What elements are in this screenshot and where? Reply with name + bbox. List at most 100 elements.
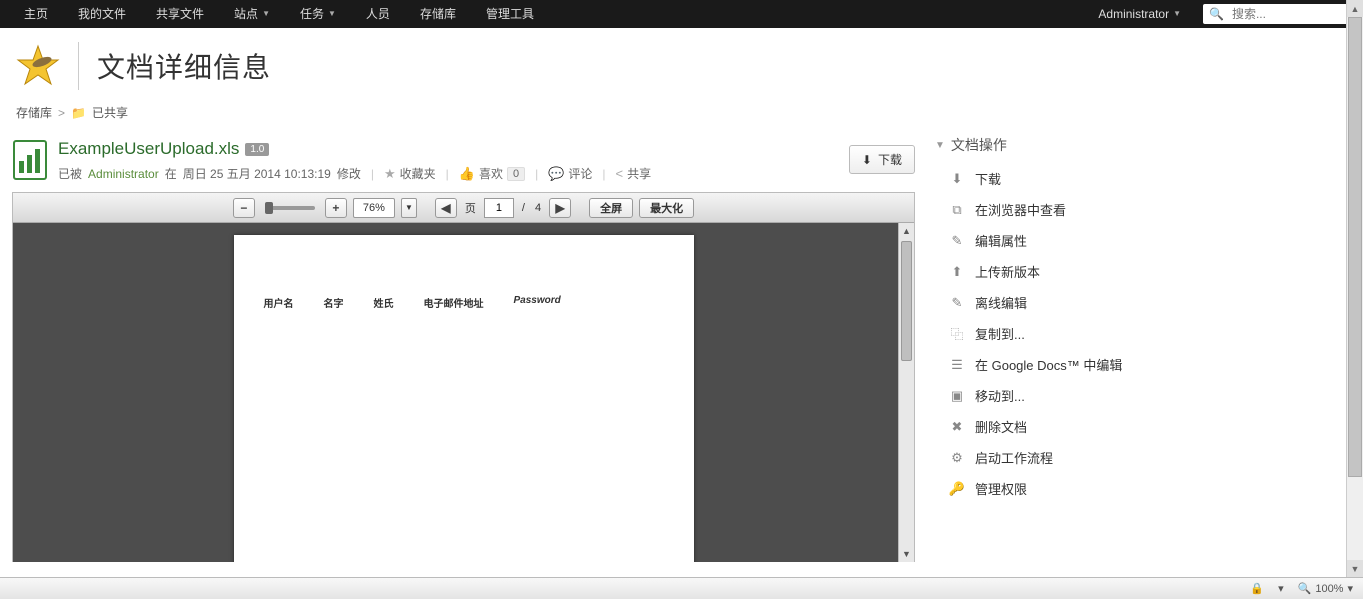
like-label: 喜欢 [479, 165, 503, 182]
top-navbar: 主页 我的文件 共享文件 站点▼ 任务▼ 人员 存储库 管理工具 Adminis… [0, 0, 1363, 28]
page-label: 页 [463, 200, 478, 216]
action-label: 编辑属性 [975, 231, 1027, 250]
delete-icon: ✖ [949, 419, 965, 435]
favorite-button[interactable]: ★收藏夹 [384, 165, 436, 182]
folder-icon: 📁 [71, 106, 86, 120]
file-name-row: ExampleUserUpload.xls 1.0 [58, 139, 839, 159]
action-label: 复制到... [975, 324, 1025, 343]
meta-sep: | [531, 167, 542, 181]
action-start-workflow[interactable]: ⚙启动工作流程 [935, 442, 1345, 473]
page-total: 4 [533, 202, 543, 214]
nav-label: 我的文件 [78, 0, 126, 28]
action-delete[interactable]: ✖删除文档 [935, 411, 1345, 442]
scroll-thumb[interactable] [1348, 17, 1362, 477]
scroll-thumb[interactable] [901, 241, 912, 361]
scroll-down-icon[interactable]: ▼ [899, 546, 914, 562]
zoom-out-button[interactable]: − [233, 198, 255, 218]
chevron-down-icon: ▾ [1347, 582, 1353, 595]
file-name: ExampleUserUpload.xls [58, 139, 239, 159]
key-icon: 🔑 [949, 481, 965, 497]
comment-icon: 💬 [548, 166, 564, 182]
main: ExampleUserUpload.xls 1.0 已被 Administrat… [0, 135, 1363, 562]
action-label: 离线编辑 [975, 293, 1027, 312]
modified-by-link[interactable]: Administrator [88, 167, 159, 181]
action-google-docs[interactable]: ☰ 在 Google Docs™ 中编辑 [935, 349, 1345, 380]
share-icon: < [616, 166, 624, 181]
comment-button[interactable]: 💬评论 [548, 165, 592, 182]
zoom-dropdown[interactable]: ▼ [401, 198, 417, 218]
modified-time: 周日 25 五月 2014 10:13:19 [183, 165, 331, 182]
document-viewer: − + 76% ▼ ◀ 页 / 4 ▶ 全屏 最大化 用户名 [12, 192, 915, 562]
like-button[interactable]: 👍喜欢0 [459, 165, 525, 182]
chevron-down-icon: ▼ [1173, 0, 1181, 28]
workflow-icon: ⚙ [949, 450, 965, 466]
scroll-down-icon[interactable]: ▼ [1347, 560, 1363, 577]
share-label: 共享 [627, 165, 651, 182]
scroll-up-icon[interactable]: ▲ [899, 223, 914, 239]
scroll-up-icon[interactable]: ▲ [1347, 0, 1363, 17]
zoom-value: 100% [1315, 583, 1343, 595]
panel-title[interactable]: ▼ 文档操作 [935, 135, 1345, 163]
nav-shared[interactable]: 共享文件 [142, 0, 218, 28]
action-label: 在浏览器中查看 [975, 200, 1066, 219]
nav-sites[interactable]: 站点▼ [220, 0, 284, 28]
col-header: 电子邮件地址 [424, 295, 484, 310]
nav-label: 站点 [234, 0, 258, 28]
action-label: 在 Google Docs™ 中编辑 [975, 355, 1122, 374]
action-list: ⬇下载 ⧉在浏览器中查看 ✎编辑属性 ⬆上传新版本 ✎离线编辑 ⿻复制到... … [935, 163, 1345, 504]
page-title: 文档详细信息 [97, 46, 271, 86]
page-input[interactable] [484, 198, 514, 218]
zoom-slider[interactable] [265, 206, 315, 210]
user-label: Administrator [1098, 0, 1169, 28]
breadcrumb-folder[interactable]: 已共享 [92, 104, 128, 121]
action-manage-perms[interactable]: 🔑 管理权限 [935, 473, 1345, 504]
breadcrumb-sep: > [58, 106, 65, 120]
fullscreen-button[interactable]: 全屏 [589, 198, 633, 218]
action-download[interactable]: ⬇下载 [935, 163, 1345, 194]
comment-label: 评论 [568, 165, 592, 182]
share-button[interactable]: <共享 [616, 165, 652, 182]
page-sep: / [520, 202, 527, 214]
nav-tasks[interactable]: 任务▼ [286, 0, 350, 28]
nav-myfiles[interactable]: 我的文件 [64, 0, 140, 28]
gdocs-icon: ☰ [949, 357, 965, 373]
viewer-body[interactable]: 用户名 名字 姓氏 电子邮件地址 Password ▲ ▼ [13, 223, 914, 562]
download-button[interactable]: ⬇下载 [849, 145, 915, 174]
search-box[interactable]: 🔍 [1203, 4, 1353, 24]
collapse-icon: ▼ [935, 140, 945, 151]
action-move-to[interactable]: ▣移动到... [935, 380, 1345, 411]
maximize-button[interactable]: 最大化 [639, 198, 694, 218]
action-label: 上传新版本 [975, 262, 1040, 281]
doc-actions-panel: ▼ 文档操作 ⬇下载 ⧉在浏览器中查看 ✎编辑属性 ⬆上传新版本 ✎离线编辑 ⿻… [935, 135, 1345, 504]
action-label: 管理权限 [975, 479, 1027, 498]
action-copy-to[interactable]: ⿻复制到... [935, 318, 1345, 349]
zoom-status[interactable]: 🔍 100% ▾ [1298, 582, 1353, 595]
action-label: 移动到... [975, 386, 1025, 405]
nav-label: 存储库 [420, 0, 456, 28]
viewer-scrollbar[interactable]: ▲ ▼ [898, 223, 914, 562]
next-page-button[interactable]: ▶ [549, 198, 571, 218]
nav-people[interactable]: 人员 [352, 0, 404, 28]
right-column: ▼ 文档操作 ⬇下载 ⧉在浏览器中查看 ✎编辑属性 ⬆上传新版本 ✎离线编辑 ⿻… [935, 135, 1355, 562]
nav-label: 共享文件 [156, 0, 204, 28]
breadcrumb-root[interactable]: 存储库 [16, 104, 52, 121]
nav-repo[interactable]: 存储库 [406, 0, 470, 28]
meta-text: 已被 [58, 165, 82, 182]
action-edit-props[interactable]: ✎编辑属性 [935, 225, 1345, 256]
nav-admin[interactable]: 管理工具 [472, 0, 548, 28]
window-scrollbar[interactable]: ▲ ▼ [1346, 0, 1363, 577]
download-label: 下载 [878, 151, 902, 168]
col-header: 用户名 [264, 295, 294, 310]
zoom-value: 76% [353, 198, 395, 218]
zoom-in-button[interactable]: + [325, 198, 347, 218]
like-count: 0 [507, 167, 525, 181]
action-offline-edit[interactable]: ✎离线编辑 [935, 287, 1345, 318]
action-upload-version[interactable]: ⬆上传新版本 [935, 256, 1345, 287]
nav-label: 管理工具 [486, 0, 534, 28]
nav-home[interactable]: 主页 [10, 0, 62, 28]
search-input[interactable] [1230, 6, 1340, 22]
prev-page-button[interactable]: ◀ [435, 198, 457, 218]
action-view-browser[interactable]: ⧉在浏览器中查看 [935, 194, 1345, 225]
user-menu[interactable]: Administrator▼ [1084, 0, 1195, 28]
nav-label: 主页 [24, 0, 48, 28]
